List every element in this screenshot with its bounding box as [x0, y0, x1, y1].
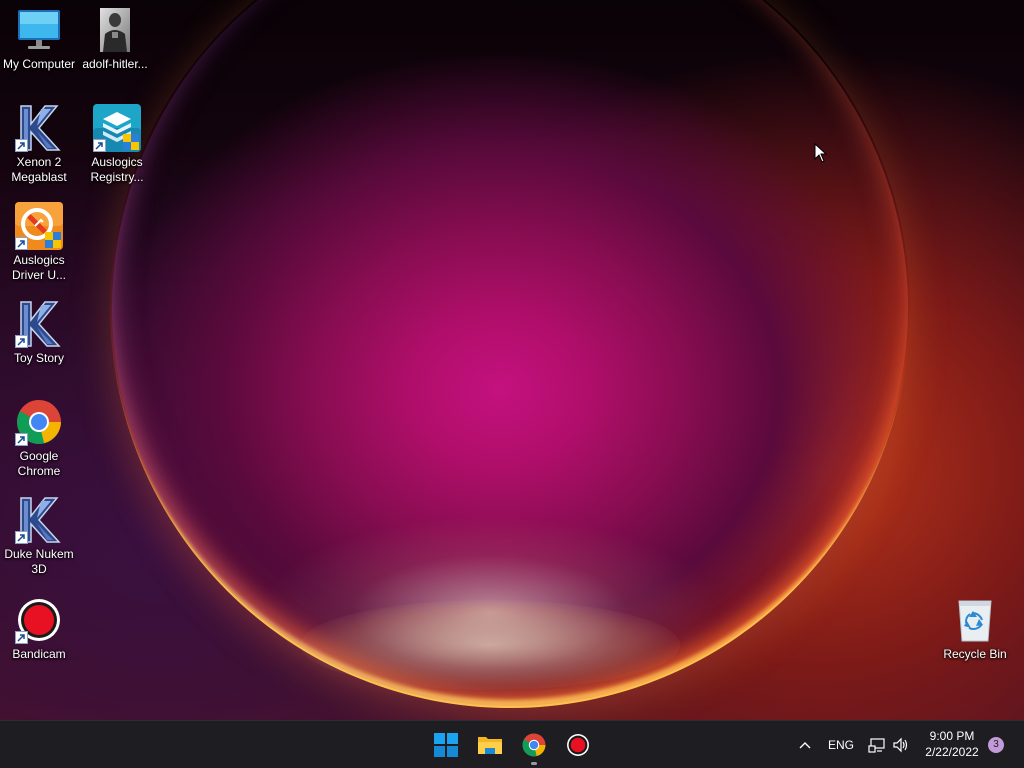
- taskbar-file-explorer[interactable]: [473, 728, 507, 762]
- bandicam-icon: [15, 596, 63, 644]
- running-indicator: [531, 762, 537, 765]
- desktop-icon-auslogics-driver[interactable]: Auslogics Driver U...: [1, 202, 77, 283]
- shortcut-arrow-icon: [15, 433, 28, 446]
- photo-thumbnail-icon: [91, 6, 139, 54]
- windows-start-icon: [434, 733, 458, 757]
- taskbar-bandicam[interactable]: [561, 728, 595, 762]
- k-app-icon: [15, 496, 63, 544]
- desktop-icon-bandicam[interactable]: Bandicam: [1, 596, 77, 662]
- taskbar: ENG 9:00 PM 2/22/2022 3: [0, 720, 1024, 768]
- desktop[interactable]: My Computer adolf-hitler... Xenon 2 Mega…: [0, 0, 1024, 720]
- show-hidden-icons-button[interactable]: [790, 728, 820, 762]
- chrome-icon: [522, 733, 546, 757]
- clock-date: 2/22/2022: [925, 745, 979, 759]
- shortcut-arrow-icon: [15, 531, 28, 544]
- auslogics-registry-icon: [93, 104, 141, 152]
- start-button[interactable]: [429, 728, 463, 762]
- auslogics-driver-icon: [15, 202, 63, 250]
- desktop-icon-label: adolf-hitler...: [82, 57, 148, 71]
- chevron-up-icon: [799, 742, 811, 749]
- desktop-icon-label: Google Chrome: [17, 449, 61, 478]
- shortcut-arrow-icon: [15, 335, 28, 348]
- desktop-icon-label: My Computer: [2, 57, 76, 71]
- language-indicator[interactable]: ENG: [828, 738, 854, 752]
- desktop-icon-google-chrome[interactable]: Google Chrome: [1, 398, 77, 479]
- monitor-icon: [15, 6, 63, 54]
- desktop-icon-label: Auslogics Driver U...: [12, 253, 66, 282]
- wallpaper-orb: [110, 0, 910, 708]
- recycle-bin-icon: [951, 596, 999, 644]
- k-app-icon: [15, 104, 63, 152]
- shortcut-arrow-icon: [15, 139, 28, 152]
- volume-button[interactable]: [888, 728, 914, 762]
- wallpaper-orb-rim: [112, 0, 908, 706]
- desktop-icon-my-computer[interactable]: My Computer: [1, 6, 77, 72]
- shortcut-arrow-icon: [93, 139, 106, 152]
- wallpaper-glow: [300, 600, 680, 690]
- shortcut-arrow-icon: [15, 237, 28, 250]
- mouse-cursor-icon: [814, 143, 828, 163]
- bandicam-icon: [567, 734, 589, 756]
- speaker-icon: [893, 737, 908, 753]
- k-app-icon: [15, 300, 63, 348]
- desktop-icon-recycle-bin[interactable]: Recycle Bin: [937, 596, 1013, 662]
- taskbar-google-chrome[interactable]: [517, 728, 551, 765]
- desktop-icon-label: Bandicam: [12, 647, 66, 661]
- desktop-icon-auslogics-registry[interactable]: Auslogics Registry...: [79, 104, 155, 185]
- chrome-icon: [15, 398, 63, 446]
- desktop-icon-toy-story[interactable]: Toy Story: [1, 300, 77, 366]
- network-button[interactable]: [864, 728, 890, 762]
- shortcut-arrow-icon: [15, 631, 28, 644]
- desktop-icon-label: Toy Story: [13, 351, 64, 365]
- desktop-icon-duke-nukem-3d[interactable]: Duke Nukem 3D: [1, 496, 77, 577]
- clock[interactable]: 9:00 PM 2/22/2022: [916, 728, 988, 760]
- desktop-icon-label: Recycle Bin: [943, 647, 1007, 661]
- desktop-icon-xenon-2[interactable]: Xenon 2 Megablast: [1, 104, 77, 185]
- notification-badge[interactable]: 3: [988, 737, 1004, 753]
- network-monitor-icon: [868, 738, 885, 753]
- folder-icon: [478, 737, 502, 754]
- desktop-icon-label: Duke Nukem 3D: [4, 547, 74, 576]
- desktop-icon-photo-file[interactable]: adolf-hitler...: [77, 6, 153, 72]
- desktop-icon-label: Xenon 2 Megablast: [11, 155, 67, 184]
- desktop-icon-label: Auslogics Registry...: [90, 155, 144, 184]
- clock-time: 9:00 PM: [929, 729, 975, 743]
